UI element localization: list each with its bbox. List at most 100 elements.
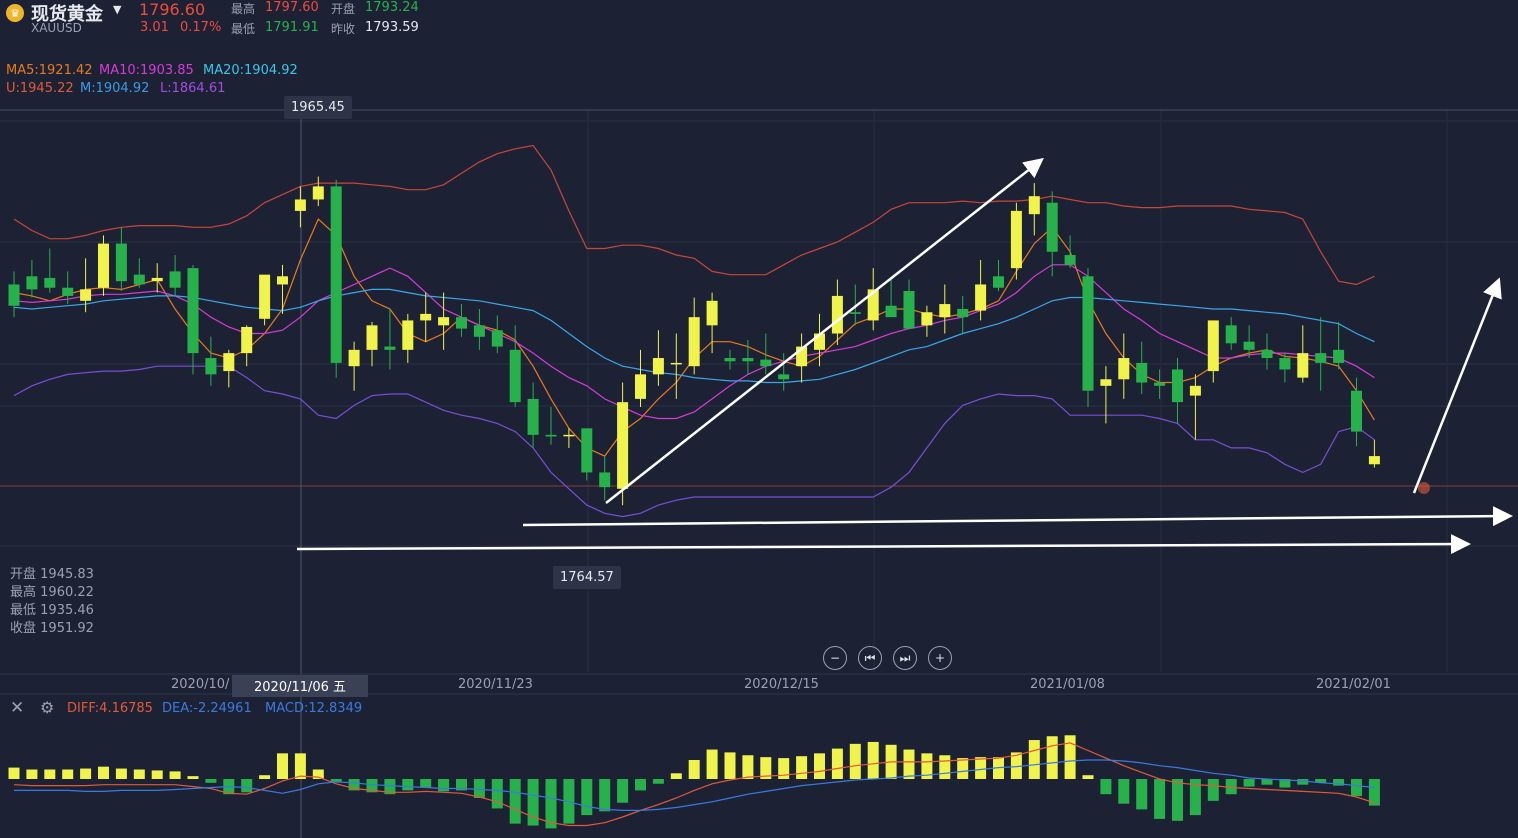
macd-bar (241, 779, 253, 793)
candle-body (742, 358, 754, 362)
ohlc-row-high: 最高 1960.22 (10, 584, 94, 602)
macd-diff-legend: DIFF:4.16785 (67, 701, 153, 716)
candle-body (1279, 358, 1291, 370)
ohlc-value: 1951.92 (40, 621, 94, 636)
candle-body (187, 268, 199, 354)
ohlc-row-low: 最低 1935.46 (10, 602, 94, 620)
macd-bar (169, 771, 181, 779)
macd-bar (438, 779, 450, 792)
candle-body (688, 317, 700, 367)
macd-bar (1243, 779, 1255, 787)
macd-bar (1136, 779, 1148, 810)
macd-bar (80, 768, 92, 779)
candle-body (617, 402, 629, 489)
ohlc-label: 最高 (10, 585, 37, 600)
step-back-button[interactable]: ⏮ (858, 646, 882, 670)
current-price-marker (1418, 482, 1430, 494)
candle-body (491, 330, 503, 347)
annotation-arrow (1412, 277, 1502, 494)
candle-body (1225, 325, 1237, 344)
candle-body (939, 304, 951, 318)
macd-bar (1261, 779, 1273, 785)
zoom-out-button[interactable]: − (823, 646, 847, 670)
step-forward-button[interactable]: ⏭ (893, 646, 917, 670)
candle-body (760, 359, 772, 367)
boll-lower-line (13, 365, 1375, 518)
ohlc-label: 最低 (10, 603, 37, 618)
candle-body (563, 434, 575, 437)
candle-body (527, 398, 539, 435)
macd-diff-line (13, 742, 1375, 827)
macd-bar (706, 749, 718, 779)
candle-body (724, 358, 736, 362)
candle-body (115, 243, 127, 282)
macd-bar (473, 779, 485, 798)
candle-body (975, 284, 987, 311)
candle-body (420, 313, 432, 321)
candle-body (1082, 276, 1094, 391)
candle-body (885, 305, 897, 318)
macd-bar (975, 757, 987, 779)
macd-value-legend: MACD:12.8349 (265, 701, 363, 716)
candle-body (652, 358, 664, 375)
x-tick-label: 2020/12/15 (744, 677, 819, 692)
macd-bar (724, 752, 736, 779)
candle-body (1028, 196, 1040, 215)
candle-body (277, 276, 288, 285)
candle-body (706, 300, 718, 326)
x-tick-label: 2020/10/ (171, 677, 230, 692)
ohlc-row-close: 收盘 1951.92 (10, 620, 94, 638)
x-tick-label: 2020/11/23 (458, 677, 533, 692)
macd-bar (957, 758, 969, 779)
settings-gear-icon[interactable]: ⚙ (40, 698, 54, 717)
macd-bar (1207, 779, 1219, 801)
macd-bar (581, 779, 593, 816)
ohlc-label: 收盘 (10, 621, 37, 636)
ohlc-value: 1945.83 (40, 567, 94, 582)
ohlc-label: 开盘 (10, 567, 37, 582)
close-icon[interactable]: ✕ (10, 698, 24, 718)
candle-body (205, 358, 217, 375)
candle-body (1189, 385, 1201, 396)
macd-bar (1100, 779, 1112, 795)
candle-body (98, 243, 109, 288)
macd-bar (670, 773, 682, 779)
annotation-arrow (522, 506, 1513, 527)
macd-bar (133, 769, 145, 779)
macd-bar (1351, 779, 1362, 797)
candle-body (1172, 369, 1183, 403)
macd-bar (617, 779, 629, 803)
macd-bar (98, 766, 109, 779)
macd-bar (849, 743, 861, 779)
candle-body (26, 276, 38, 290)
macd-bar (867, 741, 879, 779)
macd-bar (294, 753, 306, 779)
candle-body (1118, 358, 1130, 380)
candle-body (456, 317, 467, 329)
min-price-tag: 1764.57 (553, 566, 621, 589)
candle-body (1243, 341, 1255, 350)
macd-bar (205, 779, 217, 783)
macd-bar (1154, 779, 1166, 819)
macd-bar (259, 775, 271, 779)
macd-bar (796, 756, 808, 779)
candle-body (957, 308, 969, 318)
x-tick-label: 2021/02/01 (1316, 677, 1391, 692)
candle-body (1154, 382, 1166, 386)
boll-upper-line (13, 144, 1375, 286)
candle-body (241, 326, 253, 354)
macd-bar (420, 779, 432, 788)
macd-bar (635, 779, 646, 791)
macd-bar (151, 770, 163, 779)
candle-body (1064, 255, 1076, 265)
macd-bar (1082, 775, 1094, 779)
macd-bar (814, 753, 825, 779)
zoom-in-button[interactable]: + (928, 646, 952, 670)
candle-body (473, 325, 485, 337)
macd-bar (1064, 735, 1076, 779)
macd-bar (1118, 779, 1130, 804)
candle-body (635, 374, 646, 399)
candle-body (1351, 390, 1362, 432)
macd-bar (599, 779, 611, 812)
macd-bar (115, 768, 127, 779)
